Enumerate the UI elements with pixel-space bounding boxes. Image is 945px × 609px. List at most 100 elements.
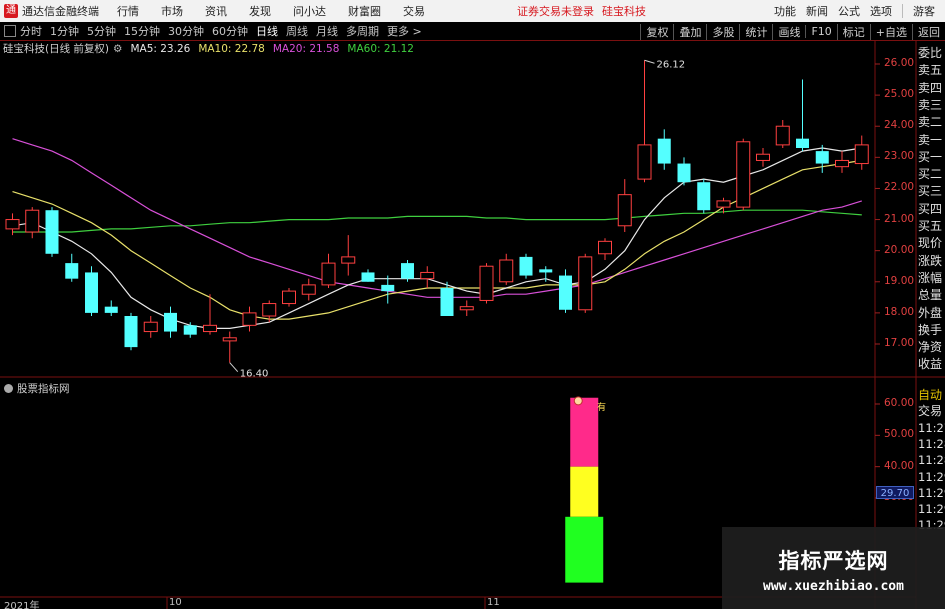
candle-body bbox=[341, 256, 356, 264]
auto-trade-label[interactable]: 自动 bbox=[918, 386, 942, 403]
mark-button[interactable]: 标记 bbox=[836, 23, 870, 40]
period-more[interactable]: 更多 > bbox=[387, 23, 422, 39]
candle bbox=[183, 322, 197, 338]
menu-options[interactable]: 选项 bbox=[870, 3, 892, 19]
menu-news[interactable]: 资讯 bbox=[205, 3, 227, 19]
candle-body bbox=[321, 262, 336, 286]
menu-headlines[interactable]: 新闻 bbox=[806, 3, 828, 19]
trade-label[interactable]: 交易 bbox=[918, 402, 942, 419]
quote-label: 卖四 bbox=[918, 80, 943, 95]
candle bbox=[539, 266, 553, 282]
quote-label: 卖五 bbox=[918, 63, 943, 78]
ma60-label: MA60: 21.12 bbox=[347, 42, 414, 55]
candle-body bbox=[104, 306, 118, 313]
candle bbox=[499, 253, 514, 285]
app-logo-icon: 通 bbox=[4, 4, 18, 18]
watermark-url: www.xuezhibiao.com bbox=[763, 579, 904, 594]
main-chart-header: 硅宝科技(日线 前复权) ⚙ MA5: 23.26 MA10: 22.78 MA… bbox=[0, 41, 422, 56]
candlestick-chart[interactable]: 26.12 16.40 bbox=[0, 0, 945, 609]
candle bbox=[459, 300, 474, 316]
candle-body bbox=[164, 312, 177, 332]
menu-trade[interactable]: 交易 bbox=[403, 3, 425, 19]
menu-function[interactable]: 功能 bbox=[774, 3, 796, 19]
candle-body bbox=[539, 269, 553, 273]
quote-label: 卖一 bbox=[918, 132, 943, 147]
menu-quotes[interactable]: 行情 bbox=[117, 3, 139, 19]
candle-body bbox=[459, 306, 474, 311]
period-monthly[interactable]: 月线 bbox=[316, 23, 338, 39]
candle-body bbox=[775, 125, 790, 146]
price-tick-label: 23.00 bbox=[884, 150, 915, 163]
candle bbox=[617, 179, 632, 232]
candle-body bbox=[420, 271, 435, 280]
back-button[interactable]: 返回 bbox=[912, 23, 945, 40]
indicator-settings-icon[interactable] bbox=[4, 384, 13, 393]
candle-body bbox=[65, 263, 79, 279]
candle bbox=[716, 197, 731, 214]
indicator-bar-green bbox=[565, 516, 604, 583]
ma20-label: MA20: 21.58 bbox=[272, 42, 340, 55]
quote-label: 总量 bbox=[918, 288, 943, 303]
layout-icon[interactable] bbox=[4, 25, 16, 37]
candle-body bbox=[124, 316, 138, 348]
login-warning[interactable]: 证券交易未登录 bbox=[517, 3, 594, 19]
period-30min[interactable]: 30分钟 bbox=[168, 23, 204, 39]
stats-button[interactable]: 统计 bbox=[739, 23, 772, 40]
add-watchlist-button[interactable]: +自选 bbox=[869, 23, 912, 40]
candle bbox=[85, 266, 98, 316]
adjust-button[interactable]: 复权 bbox=[640, 23, 673, 40]
candle-body bbox=[796, 138, 809, 148]
candle bbox=[815, 144, 829, 173]
watermark-title: 指标严选网 bbox=[778, 549, 889, 573]
candle-body bbox=[401, 263, 414, 279]
period-minute[interactable]: 分时 bbox=[20, 23, 42, 39]
menu-ask[interactable]: 问小达 bbox=[293, 3, 326, 19]
candle-body bbox=[697, 182, 711, 211]
candle-body bbox=[183, 325, 197, 335]
indicator-bar-yellow bbox=[570, 466, 599, 517]
period-60min[interactable]: 60分钟 bbox=[212, 23, 248, 39]
period-daily[interactable]: 日线 bbox=[256, 23, 278, 39]
candle bbox=[401, 260, 414, 282]
guest-user[interactable]: 游客 bbox=[913, 3, 935, 19]
candle bbox=[104, 300, 118, 316]
period-weekly[interactable]: 周线 bbox=[286, 23, 308, 39]
menu-wealth[interactable]: 财富圈 bbox=[348, 3, 381, 19]
quote-label: 现价 bbox=[918, 236, 943, 251]
candle-body bbox=[143, 321, 158, 333]
menu-market[interactable]: 市场 bbox=[161, 3, 183, 19]
f10-button[interactable]: F10 bbox=[805, 25, 836, 38]
candle bbox=[578, 253, 593, 313]
candle bbox=[559, 269, 572, 313]
candle-body bbox=[203, 324, 217, 333]
high-price-label: 26.12 bbox=[657, 59, 686, 70]
menu-discover[interactable]: 发现 bbox=[249, 3, 271, 19]
quote-label: 卖三 bbox=[918, 97, 943, 112]
ma10-label: MA10: 22.78 bbox=[198, 42, 265, 55]
multi-stock-button[interactable]: 多股 bbox=[706, 23, 739, 40]
period-15min[interactable]: 15分钟 bbox=[124, 23, 160, 39]
candle bbox=[440, 281, 454, 316]
price-tick-label: 20.00 bbox=[884, 243, 915, 256]
chart-stock-title: 硅宝科技(日线 前复权) bbox=[3, 43, 110, 55]
date-label-nov: 11 bbox=[487, 597, 500, 608]
price-tick-label: 18.00 bbox=[884, 305, 915, 318]
low-pointer bbox=[229, 362, 239, 372]
period-5min[interactable]: 5分钟 bbox=[87, 23, 116, 39]
menu-formula[interactable]: 公式 bbox=[838, 3, 860, 19]
quote-label: 卖二 bbox=[918, 115, 943, 130]
overlay-button[interactable]: 叠加 bbox=[673, 23, 706, 40]
quote-label: 买二 bbox=[918, 167, 943, 182]
quote-label: 外盘 bbox=[918, 305, 943, 320]
period-multi[interactable]: 多周期 bbox=[346, 23, 379, 39]
period-1min[interactable]: 1分钟 bbox=[50, 23, 79, 39]
time-label: 11:29 bbox=[918, 502, 945, 516]
candle bbox=[45, 207, 59, 257]
app-name: 通达信金融终端 bbox=[22, 5, 99, 18]
indicator-header: 股票指标网 bbox=[4, 381, 70, 396]
low-price-label: 16.40 bbox=[240, 369, 269, 380]
draw-line-button[interactable]: 画线 bbox=[772, 23, 805, 40]
indicator-tick-label: 40.00 bbox=[884, 459, 915, 472]
gear-icon[interactable]: ⚙ bbox=[113, 43, 122, 55]
candle-body bbox=[282, 290, 296, 305]
